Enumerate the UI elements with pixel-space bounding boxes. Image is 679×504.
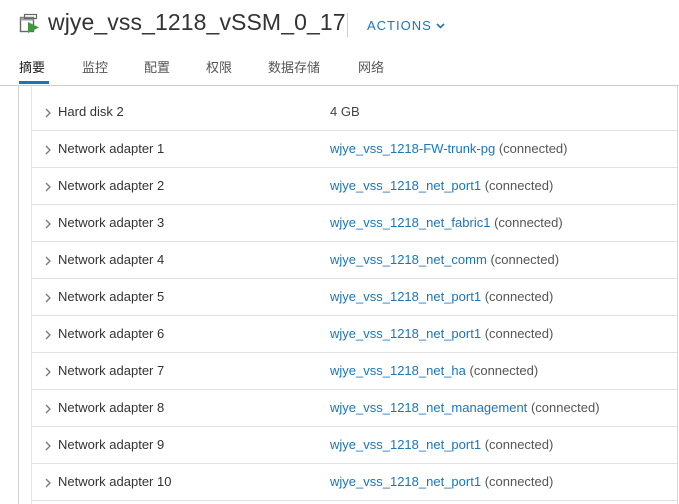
hardware-value: wjye_vss_1218_net_port1 (connected) [330,326,553,341]
connection-status: (connected) [530,400,600,415]
tab-configure[interactable]: 配置 [144,57,170,76]
vm-hardware-list: Hard disk 2 4 GB Network adapter 1 wjye_… [32,94,677,501]
expand-chevron-icon[interactable] [43,476,53,488]
panel-border-left [18,86,19,504]
expand-chevron-icon[interactable] [43,291,53,303]
actions-menu-button[interactable]: ACTIONS [367,17,445,33]
network-link[interactable]: wjye_vss_1218_net_port1 [330,326,481,341]
hardware-value: wjye_vss_1218_net_port1 (connected) [330,178,553,193]
hardware-row-network-adapter-4: Network adapter 4 wjye_vss_1218_net_comm… [32,242,677,279]
network-link[interactable]: wjye_vss_1218_net_management [330,400,527,415]
network-link[interactable]: wjye_vss_1218_net_port1 [330,437,481,452]
connection-status: (connected) [498,141,568,156]
expand-chevron-icon[interactable] [43,365,53,377]
connection-status: (connected) [484,326,554,341]
connection-status: (connected) [484,437,554,452]
connection-status: (connected) [490,252,560,267]
chevron-down-icon [436,17,445,32]
network-link[interactable]: wjye_vss_1218-FW-trunk-pg [330,141,495,156]
hardware-label: Network adapter 9 [58,437,165,452]
expand-chevron-icon[interactable] [43,106,53,118]
summary-content: Hard disk 2 4 GB Network adapter 1 wjye_… [0,86,679,504]
expand-chevron-icon[interactable] [43,328,53,340]
hardware-row-network-adapter-9: Network adapter 9 wjye_vss_1218_net_port… [32,427,677,464]
expand-chevron-icon[interactable] [43,254,53,266]
hardware-row-network-adapter-3: Network adapter 3 wjye_vss_1218_net_fabr… [32,205,677,242]
tab-datastores[interactable]: 数据存储 [268,57,320,76]
hardware-value: wjye_vss_1218_net_management (connected) [330,400,600,415]
page-title: wjye_vss_1218_vSSM_0_17 [48,9,346,35]
hardware-label: Network adapter 10 [58,474,172,489]
expand-chevron-icon[interactable] [43,180,53,192]
network-link[interactable]: wjye_vss_1218_net_fabric1 [330,215,490,230]
hardware-row-network-adapter-2: Network adapter 2 wjye_vss_1218_net_port… [32,168,677,205]
hardware-label: Network adapter 5 [58,289,165,304]
hardware-row-hard-disk-2: Hard disk 2 4 GB [32,94,677,131]
hardware-value: 4 GB [330,104,360,119]
connection-status: (connected) [484,289,554,304]
expand-chevron-icon[interactable] [43,217,53,229]
page-header: wjye_vss_1218_vSSM_0_17 ACTIONS [0,0,679,50]
hardware-label: Hard disk 2 [58,104,124,119]
hardware-value: wjye_vss_1218_net_fabric1 (connected) [330,215,563,230]
title-divider [347,13,348,37]
hardware-value: wjye_vss_1218-FW-trunk-pg (connected) [330,141,568,156]
hardware-value: wjye_vss_1218_net_comm (connected) [330,252,559,267]
hardware-label: Network adapter 8 [58,400,165,415]
hardware-value: wjye_vss_1218_net_port1 (connected) [330,474,553,489]
hardware-row-network-adapter-5: Network adapter 5 wjye_vss_1218_net_port… [32,279,677,316]
tab-networks[interactable]: 网络 [358,57,384,76]
hardware-label: Network adapter 6 [58,326,165,341]
connection-status: (connected) [484,474,554,489]
hardware-row-network-adapter-1: Network adapter 1 wjye_vss_1218-FW-trunk… [32,131,677,168]
tab-permissions[interactable]: 权限 [206,57,232,76]
hardware-row-network-adapter-10: Network adapter 10 wjye_vss_1218_net_por… [32,464,677,501]
expand-chevron-icon[interactable] [43,143,53,155]
expand-chevron-icon[interactable] [43,439,53,451]
hardware-label: Network adapter 2 [58,178,165,193]
connection-status: (connected) [494,215,563,230]
network-link[interactable]: wjye_vss_1218_net_port1 [330,178,481,193]
tab-monitor[interactable]: 监控 [82,57,108,76]
connection-status: (connected) [469,363,539,378]
vm-icon [19,13,41,35]
hardware-label: Network adapter 7 [58,363,165,378]
hardware-row-network-adapter-6: Network adapter 6 wjye_vss_1218_net_port… [32,316,677,353]
tab-bar: 摘要 监控 配置 权限 数据存储 网络 [0,50,679,86]
actions-label: ACTIONS [367,18,432,33]
network-link[interactable]: wjye_vss_1218_net_port1 [330,289,481,304]
active-tab-indicator [19,81,49,84]
tab-summary[interactable]: 摘要 [19,57,45,76]
hardware-value: wjye_vss_1218_net_port1 (connected) [330,437,553,452]
hardware-row-network-adapter-8: Network adapter 8 wjye_vss_1218_net_mana… [32,390,677,427]
expand-chevron-icon[interactable] [43,402,53,414]
network-link[interactable]: wjye_vss_1218_net_comm [330,252,487,267]
connection-status: (connected) [484,178,554,193]
hardware-label: Network adapter 3 [58,215,165,230]
hardware-label: Network adapter 4 [58,252,165,267]
network-link[interactable]: wjye_vss_1218_net_port1 [330,474,481,489]
hardware-label: Network adapter 1 [58,141,165,156]
hardware-row-network-adapter-7: Network adapter 7 wjye_vss_1218_net_ha (… [32,353,677,390]
hardware-value: wjye_vss_1218_net_ha (connected) [330,363,538,378]
hardware-value: wjye_vss_1218_net_port1 (connected) [330,289,553,304]
panel-border-right [677,86,678,504]
network-link[interactable]: wjye_vss_1218_net_ha [330,363,466,378]
